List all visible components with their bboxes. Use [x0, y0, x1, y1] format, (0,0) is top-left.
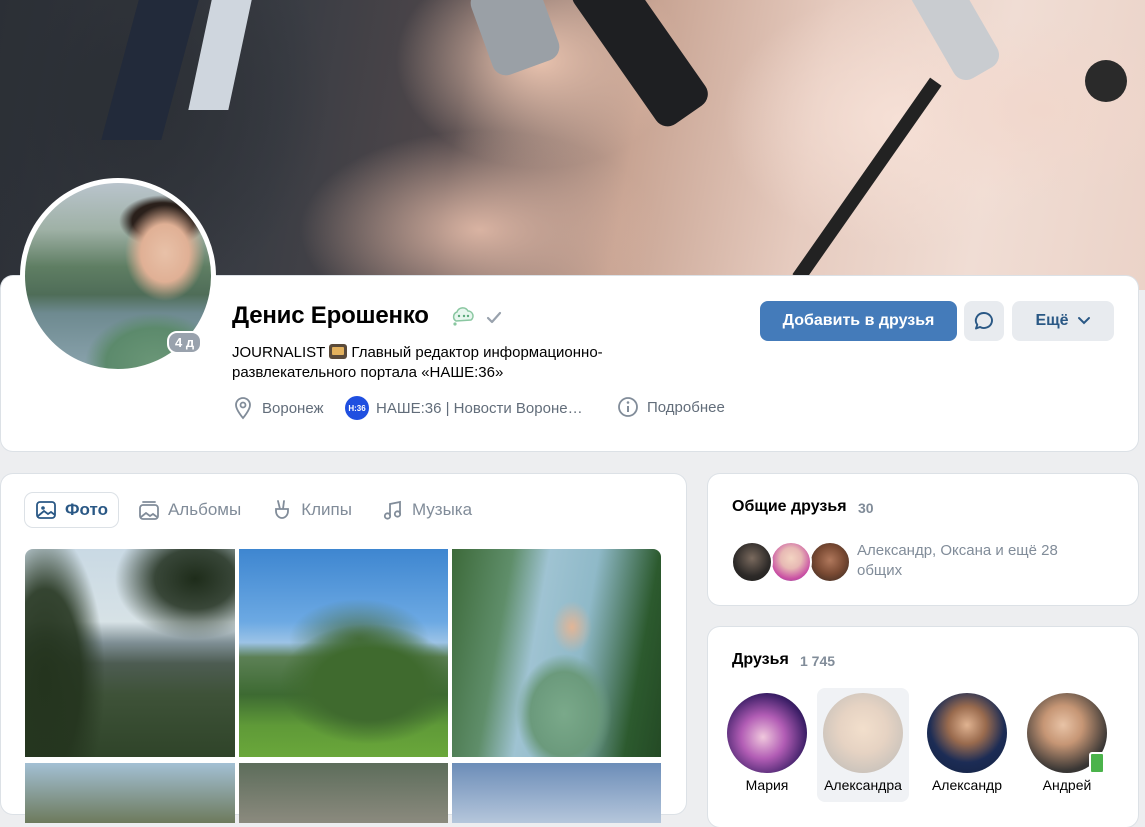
- nashe36-logo-icon: Н:36: [345, 396, 369, 420]
- friend-avatar: [823, 693, 903, 773]
- friend-name: Александра: [824, 777, 902, 793]
- verified-check-icon: [486, 311, 502, 324]
- tab-photos[interactable]: Фото: [25, 493, 118, 527]
- photo-icon: [36, 501, 56, 519]
- message-bubble-icon: [974, 312, 993, 330]
- common-friends-title[interactable]: Общие друзья: [732, 498, 847, 516]
- bio-prefix: JOURNALIST: [232, 344, 326, 361]
- work-info[interactable]: Н:36 НАШЕ:36 | Новости Вороне…: [345, 396, 583, 420]
- tv-emoji-icon: [329, 344, 348, 359]
- more-label: Ещё: [1035, 312, 1069, 329]
- photo-thumbnail[interactable]: [452, 763, 661, 823]
- photo-thumbnail[interactable]: [239, 549, 448, 757]
- tab-albums[interactable]: Альбомы: [128, 493, 251, 527]
- details-text: Подробнее: [647, 398, 725, 416]
- common-friends-count: 30: [858, 500, 874, 516]
- friend-avatar: [927, 693, 1007, 773]
- tab-albums-label: Альбомы: [167, 500, 242, 519]
- photo-thumbnail[interactable]: [452, 549, 661, 757]
- chevron-down-icon: [1077, 317, 1090, 325]
- friend-name: Мария: [745, 777, 789, 793]
- tab-photos-label: Фото: [65, 500, 108, 519]
- common-friends-text[interactable]: Александр, Оксана и ещё 28 общих: [857, 541, 1097, 581]
- common-friend-avatar[interactable]: [809, 541, 851, 583]
- message-button[interactable]: [964, 301, 1004, 341]
- friend-item[interactable]: Андрей: [1021, 688, 1113, 802]
- tab-music-label: Музыка: [411, 500, 473, 519]
- friend-name: Александр: [931, 777, 1003, 793]
- more-button[interactable]: Ещё: [1012, 301, 1114, 341]
- info-icon: [618, 397, 638, 417]
- profile-bio: JOURNALIST Главный редактор информационн…: [232, 343, 652, 383]
- friend-item[interactable]: Мария: [721, 688, 813, 802]
- common-friend-avatar[interactable]: [770, 541, 812, 583]
- last-seen-badge: 4 д: [167, 331, 203, 354]
- work-text: НАШЕ:36 | Новости Вороне…: [376, 399, 583, 417]
- photo-thumbnail[interactable]: [239, 763, 448, 823]
- profile-name: Денис Ерошенко: [232, 302, 429, 329]
- mobile-online-icon: [1089, 752, 1105, 774]
- status-cloud-icon[interactable]: [450, 305, 476, 327]
- common-friend-avatar[interactable]: [731, 541, 773, 583]
- media-tabs: Фото Альбомы Клипы Музыка: [25, 493, 492, 527]
- friends-title[interactable]: Друзья: [732, 651, 789, 669]
- friends-count: 1 745: [800, 653, 836, 669]
- tab-clips[interactable]: Клипы: [261, 493, 362, 527]
- add-friend-button[interactable]: Добавить в друзья: [760, 301, 957, 341]
- photo-thumbnail[interactable]: [25, 549, 235, 757]
- common-friends-card: [708, 474, 1138, 605]
- city-info[interactable]: Воронеж: [232, 396, 324, 420]
- friend-item[interactable]: Александр: [921, 688, 1013, 802]
- albums-icon: [139, 501, 159, 520]
- location-pin-icon: [235, 397, 251, 420]
- music-icon: [383, 500, 402, 520]
- friend-avatar: [727, 693, 807, 773]
- clips-icon: [275, 500, 290, 519]
- city-text: Воронеж: [262, 399, 324, 417]
- tab-clips-label: Клипы: [301, 500, 352, 519]
- friend-name: Андрей: [1042, 777, 1092, 793]
- tab-music[interactable]: Музыка: [372, 493, 482, 527]
- details-link[interactable]: Подробнее: [617, 396, 725, 418]
- friend-item[interactable]: Александра: [817, 688, 909, 802]
- photo-thumbnail[interactable]: [25, 763, 235, 823]
